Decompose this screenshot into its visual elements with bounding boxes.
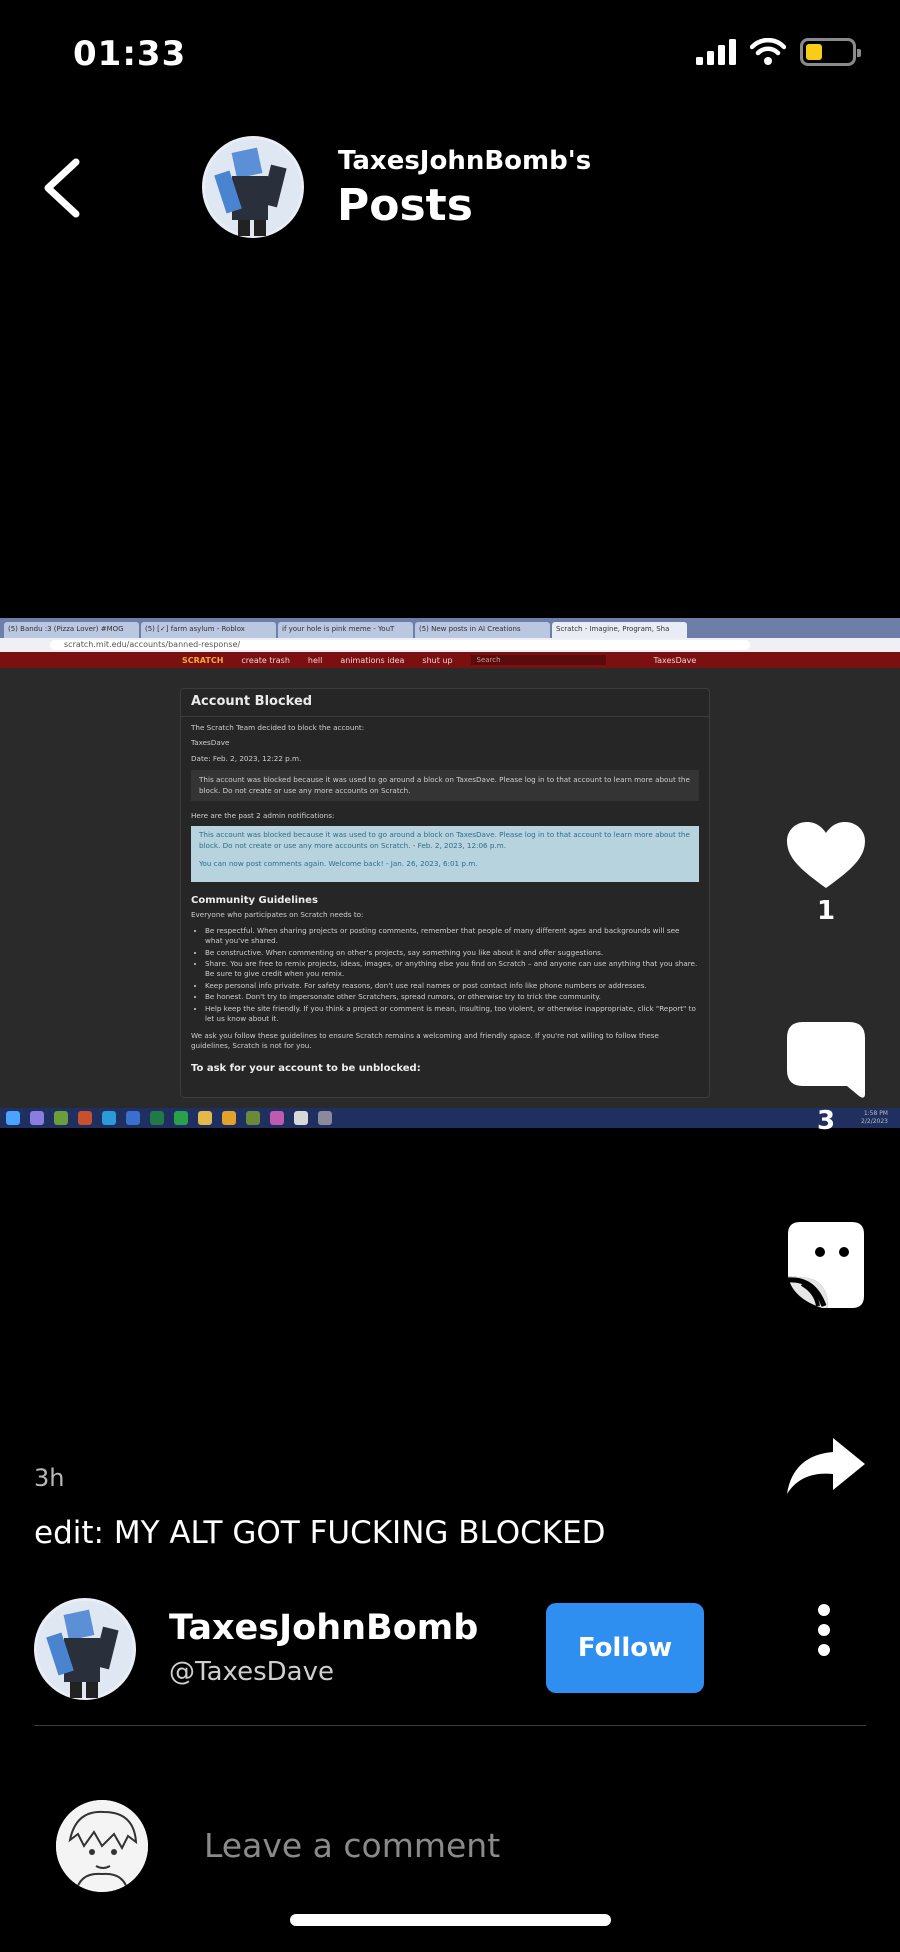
browser-tab: if your hole is pink meme - YouT	[278, 622, 413, 638]
comment-action[interactable]: 3	[784, 1022, 868, 1136]
nav-search: Search	[470, 655, 606, 665]
browser-tab: (5) [✓] farm asylum - Roblox	[141, 622, 276, 638]
browser-url: scratch.mit.edu/accounts/banned-response…	[50, 640, 750, 650]
browser-tab-active: Scratch - Imagine, Program, Sha	[552, 622, 687, 638]
guideline-item: Be respectful. When sharing projects or …	[205, 926, 699, 947]
sticker-icon[interactable]	[788, 1222, 864, 1308]
guideline-item: Be honest. Don't try to impersonate othe…	[205, 992, 699, 1002]
edge-icon	[102, 1111, 116, 1125]
minecraft-icon	[246, 1111, 260, 1125]
nav-item: create trash	[241, 655, 290, 665]
chrome-icon	[294, 1111, 308, 1125]
comment-count: 3	[816, 1106, 836, 1136]
status-time: 01:33	[73, 34, 187, 74]
account-blocked-panel: Account Blocked The Scratch Team decided…	[180, 688, 710, 1098]
divider	[34, 1725, 866, 1726]
guideline-item: Help keep the site friendly. If you thin…	[205, 1004, 699, 1025]
panel-title: Account Blocked	[181, 693, 709, 717]
share-action[interactable]	[784, 1438, 868, 1494]
status-icons	[696, 38, 861, 66]
wifi-icon	[750, 38, 786, 65]
scratch-logo: SCRATCH	[182, 655, 224, 665]
comment-bubble-icon[interactable]	[787, 1022, 865, 1100]
nav-item: hell	[307, 655, 323, 665]
shield-icon	[126, 1111, 140, 1125]
block-reason: This account was blocked because it was …	[191, 770, 699, 802]
settings-icon	[30, 1111, 44, 1125]
app-icon	[318, 1111, 332, 1125]
browser-tab: (5) Bandu :3 (Pizza Lover) #MOG	[4, 622, 139, 638]
browser-url-bar: scratch.mit.edu/accounts/banned-response…	[0, 638, 900, 652]
excel-icon	[150, 1111, 164, 1125]
panel-intro: The Scratch Team decided to block the ac…	[191, 722, 365, 732]
post-caption: edit: MY ALT GOT FUCKING BLOCKED	[34, 1515, 606, 1551]
header-avatar[interactable]	[202, 136, 304, 238]
sticker-action[interactable]	[784, 1222, 868, 1308]
nav-user: TaxesDave	[653, 655, 697, 665]
app-icon	[174, 1111, 188, 1125]
author-name[interactable]: TaxesJohnBomb	[169, 1608, 478, 1648]
guideline-item: Share. You are free to remix projects, i…	[205, 959, 699, 980]
guidelines-closing: We ask you follow these guidelines to en…	[191, 1030, 659, 1051]
guidelines-title: Community Guidelines	[191, 894, 318, 906]
guideline-item: Be constructive. When commenting on othe…	[205, 948, 699, 958]
like-action[interactable]: 1	[784, 822, 868, 926]
unblock-title: To ask for your account to be unblocked:	[191, 1062, 421, 1074]
windows-start-icon	[6, 1111, 20, 1125]
browser-tab-bar: (5) Bandu :3 (Pizza Lover) #MOG (5) [✓] …	[0, 618, 900, 638]
post-timestamp: 3h	[34, 1464, 65, 1492]
guidelines-list: Be respectful. When sharing projects or …	[191, 926, 699, 1025]
guidelines-intro: Everyone who participates on Scratch nee…	[191, 910, 364, 920]
author-handle[interactable]: @TaxesDave	[169, 1657, 334, 1687]
powerpoint-icon	[78, 1111, 92, 1125]
admin-notification: You can now post comments again. Welcome…	[199, 859, 478, 869]
comment-input[interactable]: Leave a comment	[204, 1826, 500, 1865]
admin-notifications: This account was blocked because it was …	[191, 826, 699, 882]
header-owner: TaxesJohnBomb's	[338, 146, 592, 176]
back-button[interactable]	[38, 156, 86, 220]
commenter-avatar	[56, 1800, 148, 1892]
app-icon	[54, 1111, 68, 1125]
admin-notification: This account was blocked because it was …	[199, 830, 690, 850]
home-indicator[interactable]	[290, 1914, 611, 1926]
guideline-item: Keep personal info private. For safety r…	[205, 981, 699, 991]
share-arrow-icon[interactable]	[787, 1438, 865, 1494]
windows-taskbar: 1:58 PM 2/2/2023	[0, 1108, 900, 1128]
panel-account: TaxesDave	[191, 738, 230, 748]
signal-icon	[696, 39, 736, 65]
like-count: 1	[816, 896, 836, 926]
panel-date: Date: Feb. 2, 2023, 12:22 p.m.	[191, 753, 302, 763]
nav-item: animations idea	[340, 655, 405, 665]
page-title: Posts	[337, 180, 473, 231]
nav-item: shut up	[422, 655, 453, 665]
follow-button[interactable]: Follow	[546, 1603, 704, 1693]
past-notifications-label: Here are the past 2 admin notifications:	[191, 811, 335, 821]
heart-icon[interactable]	[787, 822, 865, 890]
post-media[interactable]: (5) Bandu :3 (Pizza Lover) #MOG (5) [✓] …	[0, 618, 900, 1128]
chrome-icon	[222, 1111, 236, 1125]
app-icon	[270, 1111, 284, 1125]
scratch-nav: SCRATCH create trash hell animations ide…	[0, 652, 900, 668]
folder-icon	[198, 1111, 212, 1125]
battery-icon	[800, 38, 861, 66]
more-options-icon[interactable]	[806, 1602, 842, 1658]
browser-tab: (5) New posts in AI Creations	[415, 622, 550, 638]
author-avatar[interactable]	[34, 1598, 136, 1700]
